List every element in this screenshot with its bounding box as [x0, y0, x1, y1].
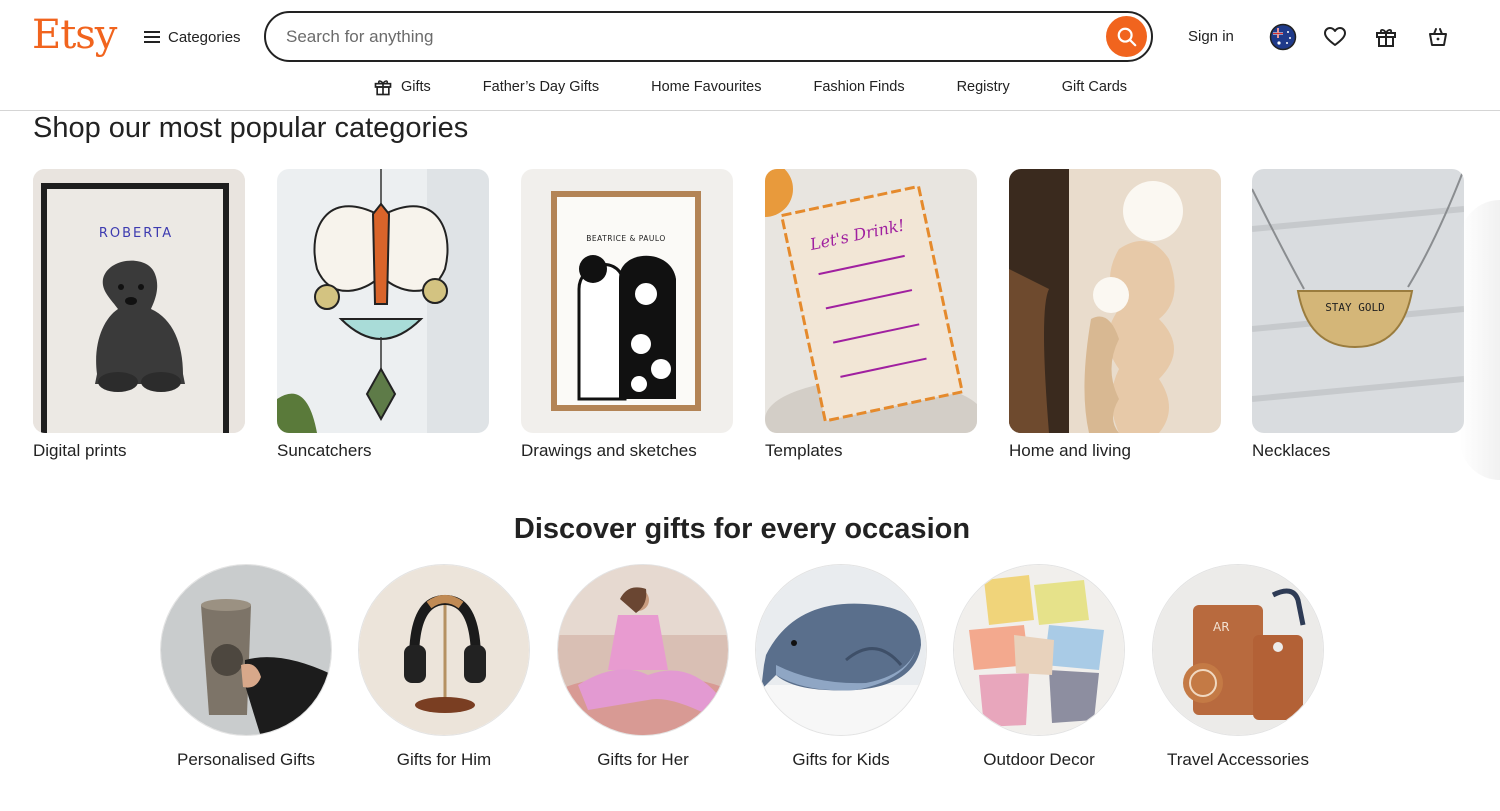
occasion-gifts-for-her[interactable]: Gifts for Her [557, 564, 731, 769]
occasions-title: Discover gifts for every occasion [513, 513, 971, 545]
cart-icon[interactable] [1423, 22, 1453, 52]
occasion-gifts-for-kids[interactable]: Gifts for Kids [755, 564, 929, 769]
categories-button[interactable]: Categories [136, 20, 249, 54]
subnav-label: Registry [956, 79, 1010, 95]
etsy-logo[interactable]: Etsy [32, 12, 117, 58]
category-label: Suncatchers [277, 441, 372, 460]
subnav-label: Fashion Finds [813, 79, 905, 95]
home-and-living-image [1009, 169, 1221, 433]
category-card-templates[interactable]: Let's Drink! Templates [765, 169, 977, 460]
category-label: Templates [765, 441, 843, 460]
digital-prints-image: ROBERTA [33, 169, 245, 433]
categories-label: Categories [168, 28, 241, 46]
occasion-travel-accessories[interactable]: AR Travel Accessories [1152, 564, 1326, 769]
search-icon [1117, 27, 1136, 46]
occasion-outdoor-decor[interactable]: Outdoor Decor [953, 564, 1127, 769]
site-header: Etsy Categories Sign in [0, 0, 1500, 111]
subnav-item-home-favourites[interactable]: Home Favourites [625, 74, 787, 100]
category-card-necklaces[interactable]: STAY GOLD Necklaces [1252, 169, 1464, 460]
scroll-edge-shadow [1460, 200, 1500, 480]
sign-in-link[interactable]: Sign in [1180, 26, 1242, 47]
search-input[interactable] [266, 13, 1106, 60]
gift-icon [374, 80, 392, 96]
occasion-label: Travel Accessories [1166, 750, 1310, 769]
category-label: Necklaces [1252, 441, 1331, 460]
ar-image-text: AR [1213, 620, 1230, 634]
templates-image: Let's Drink! [765, 169, 977, 433]
subnav-item-gift-cards[interactable]: Gift Cards [1036, 74, 1153, 100]
heart-icon[interactable] [1320, 22, 1350, 52]
gifts-for-him-image [358, 564, 530, 736]
category-label: Home and living [1009, 441, 1131, 460]
suncatchers-image [277, 169, 489, 433]
category-card-drawings-and-sketches[interactable]: BEATRICE & PAULO Drawings and sketches [521, 169, 733, 460]
beatrice-paulo-image-text: BEATRICE & PAULO [586, 234, 666, 243]
occasion-gifts-for-him[interactable]: Gifts for Him [358, 564, 532, 769]
search-bar [264, 11, 1153, 62]
occasion-personalised-gifts[interactable]: Personalised Gifts [160, 564, 334, 769]
gifts-for-kids-image [755, 564, 927, 736]
roberta-image-text: ROBERTA [99, 226, 173, 241]
subnav-item-registry[interactable]: Registry [931, 74, 1036, 100]
subnav-label: Home Favourites [651, 79, 762, 95]
personalised-gifts-image [160, 564, 332, 736]
subnav-label: Gifts [400, 79, 431, 95]
occasion-label: Gifts for Him [396, 750, 492, 769]
category-card-home-and-living[interactable]: Home and living [1009, 169, 1221, 460]
occasion-label: Outdoor Decor [983, 750, 1095, 769]
subnav-label: Gift Cards [1061, 79, 1128, 95]
stay-gold-image-text: STAY GOLD [1325, 301, 1385, 314]
gift-icon[interactable] [1371, 22, 1401, 52]
category-label: Digital prints [33, 441, 127, 460]
category-label: Drawings and sketches [521, 441, 697, 460]
sub-navigation: Gifts Father’s Day Gifts Home Favourites… [0, 74, 1500, 100]
subnav-item-gifts[interactable]: Gifts [347, 74, 457, 100]
outdoor-decor-image [953, 564, 1125, 736]
subnav-item-fashion-finds[interactable]: Fashion Finds [788, 74, 931, 100]
category-card-digital-prints[interactable]: ROBERTA Digital prints [33, 169, 245, 460]
necklaces-image: STAY GOLD [1252, 169, 1464, 433]
hamburger-icon [144, 31, 160, 43]
subnav-label: Father’s Day Gifts [482, 79, 600, 95]
drawings-and-sketches-image: BEATRICE & PAULO [521, 169, 733, 433]
search-button[interactable] [1106, 16, 1147, 57]
australia-flag-icon[interactable] [1268, 22, 1298, 52]
gifts-for-her-image [557, 564, 729, 736]
subnav-item-fathers-day-gifts[interactable]: Father’s Day Gifts [457, 74, 625, 100]
travel-accessories-image: AR [1152, 564, 1324, 736]
popular-categories-title: Shop our most popular categories [33, 112, 469, 144]
category-card-suncatchers[interactable]: Suncatchers [277, 169, 489, 460]
